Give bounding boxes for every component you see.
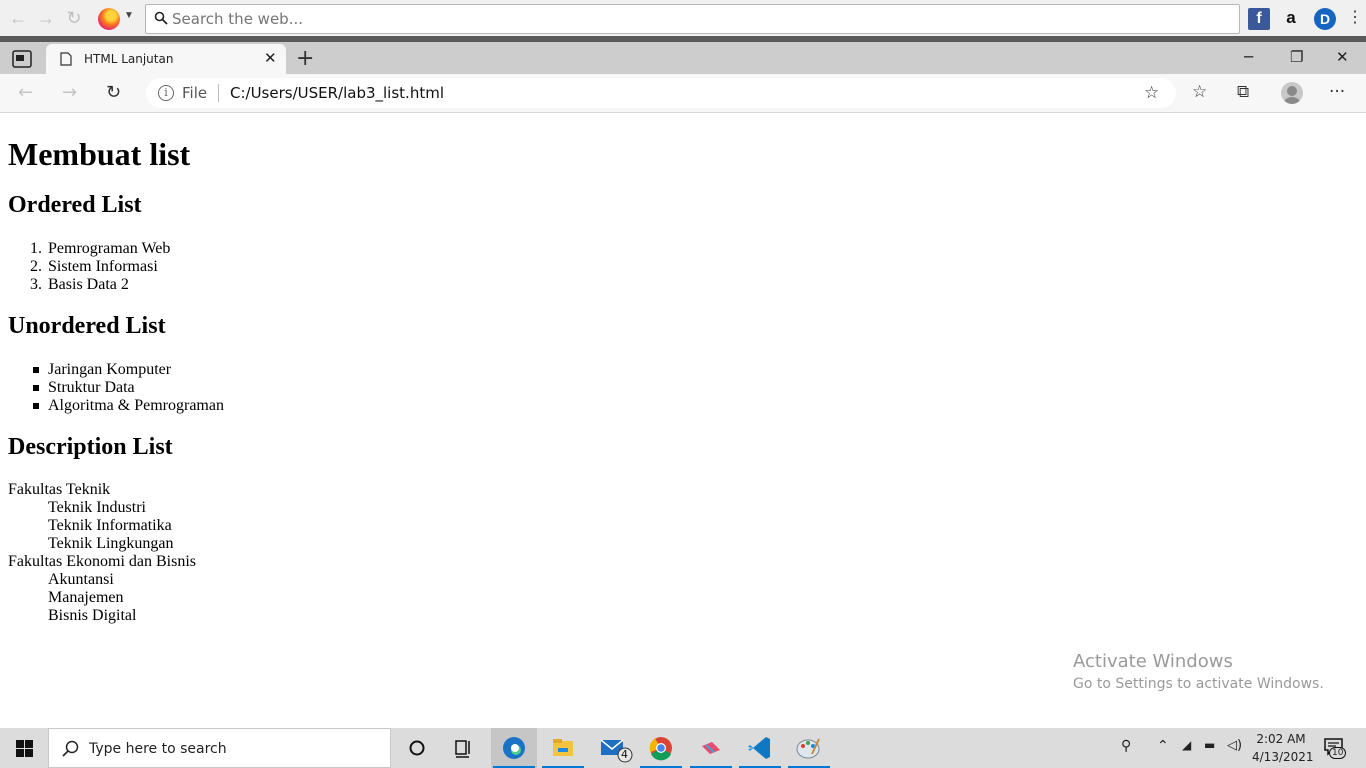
list-item: Jaringan Komputer <box>48 361 172 378</box>
activate-windows-watermark: Activate Windows Go to Settings to activ… <box>1073 651 1324 692</box>
list-item: Algoritma & Pemrograman <box>48 397 224 414</box>
description-list-heading: Description List <box>8 434 173 460</box>
vscode-icon[interactable] <box>737 728 783 768</box>
info-icon[interactable]: i <box>158 85 174 101</box>
list-number: 1. <box>30 240 42 257</box>
description-definition: Akuntansi <box>48 571 114 588</box>
description-definition: Teknik Lingkungan <box>48 535 174 552</box>
paint-icon[interactable] <box>786 728 832 768</box>
web-search-input[interactable] <box>172 9 1222 29</box>
address-separator <box>218 84 219 102</box>
chrome-icon[interactable] <box>638 728 684 768</box>
d-extension-icon[interactable]: D <box>1314 8 1336 30</box>
battery-icon[interactable]: ▬ <box>1204 738 1215 752</box>
network-icon[interactable]: ◢ <box>1182 738 1191 752</box>
collections-icon[interactable]: ⧉ <box>1237 82 1249 102</box>
list-number: 2. <box>30 258 42 275</box>
list-number: 3. <box>30 276 42 293</box>
mail-badge: 4 <box>621 748 628 761</box>
page-content: Membuat list Ordered List 1. Pemrograman… <box>0 114 1366 728</box>
outer-forward-icon[interactable]: → <box>36 8 56 28</box>
address-scheme: File <box>182 84 208 102</box>
list-item: Struktur Data <box>48 379 135 396</box>
edge-taskbar-icon[interactable] <box>491 728 537 768</box>
back-icon[interactable]: ← <box>18 82 33 103</box>
outer-back-icon[interactable]: ← <box>8 8 28 28</box>
mail-icon[interactable]: 4 <box>590 728 636 768</box>
close-tab-icon[interactable]: ✕ <box>264 49 277 67</box>
address-bar[interactable]: i File C:/Users/USER/lab3_list.html ☆ <box>146 78 1176 108</box>
refresh-icon[interactable]: ↻ <box>106 82 121 103</box>
description-term: Fakultas Ekonomi dan Bisnis <box>8 553 196 570</box>
watermark-subtitle: Go to Settings to activate Windows. <box>1073 676 1324 692</box>
task-view-icon[interactable] <box>440 728 486 768</box>
people-icon[interactable]: ⚲ <box>1121 738 1131 754</box>
add-favorite-icon[interactable]: ☆ <box>1144 83 1159 103</box>
list-item: Pemrograman Web <box>48 240 171 257</box>
file-explorer-icon[interactable] <box>540 728 586 768</box>
volume-icon[interactable]: ◁) <box>1227 738 1242 753</box>
list-item: Sistem Informasi <box>48 258 158 275</box>
new-tab-icon[interactable]: + <box>296 46 314 71</box>
notification-count: 10 <box>1329 747 1347 759</box>
address-url[interactable]: C:/Users/USER/lab3_list.html <box>230 84 444 102</box>
chevron-down-icon[interactable]: ▼ <box>124 10 134 21</box>
outer-toolbar: ← → ↻ ▼ f a D ⋮ <box>0 0 1366 36</box>
amazon-icon[interactable]: a <box>1280 8 1302 30</box>
unordered-list-heading: Unordered List <box>8 313 166 339</box>
tab-actions-icon[interactable] <box>12 50 32 68</box>
description-term: Fakultas Teknik <box>8 481 111 498</box>
taskbar-clock[interactable]: 2:02 AM 4/13/2021 <box>1252 730 1314 766</box>
tab-strip: HTML Lanjutan ✕ + ─ ❐ ✕ <box>0 42 1366 74</box>
clock-time: 2:02 AM <box>1256 732 1306 746</box>
settings-more-icon[interactable]: ··· <box>1329 82 1345 102</box>
notification-icon[interactable]: 10 <box>1323 737 1347 761</box>
page-icon <box>60 52 72 66</box>
search-icon <box>62 740 79 757</box>
app-icon[interactable] <box>688 728 734 768</box>
taskbar: Type here to search 4 ⚲ ⌃ ◢ ▬ ◁) 2:02 AM… <box>0 728 1366 768</box>
facebook-icon[interactable]: f <box>1248 8 1270 30</box>
description-definition: Manajemen <box>48 589 124 606</box>
windows-start-icon[interactable] <box>16 740 33 757</box>
address-bar-row: ← → ↻ i File C:/Users/USER/lab3_list.htm… <box>0 74 1366 113</box>
taskbar-search-box[interactable]: Type here to search <box>48 728 391 768</box>
tab-html-lanjutan[interactable]: HTML Lanjutan ✕ <box>46 44 286 74</box>
taskbar-search-placeholder: Type here to search <box>89 741 227 757</box>
watermark-title: Activate Windows <box>1073 651 1233 672</box>
web-search-box[interactable] <box>145 4 1240 34</box>
description-definition: Teknik Informatika <box>48 517 172 534</box>
tab-title: HTML Lanjutan <box>84 52 174 66</box>
minimize-icon[interactable]: ─ <box>1244 48 1253 66</box>
clock-date: 4/13/2021 <box>1252 750 1314 764</box>
close-window-icon[interactable]: ✕ <box>1336 48 1349 66</box>
bullet-icon <box>33 367 39 373</box>
description-definition: Teknik Industri <box>48 499 146 516</box>
favorites-icon[interactable]: ☆ <box>1192 82 1207 102</box>
outer-reload-icon[interactable]: ↻ <box>64 8 84 28</box>
bullet-icon <box>33 385 39 391</box>
description-definition: Bisnis Digital <box>48 607 137 624</box>
list-item: Basis Data 2 <box>48 276 129 293</box>
profile-avatar[interactable] <box>1281 82 1303 104</box>
cortana-icon[interactable] <box>394 728 440 768</box>
page-title: Membuat list <box>8 136 191 172</box>
forward-icon[interactable]: → <box>62 82 77 103</box>
bullet-icon <box>33 403 39 409</box>
firefox-logo-icon[interactable] <box>98 8 120 30</box>
outer-menu-icon[interactable]: ⋮ <box>1344 8 1366 30</box>
chevron-up-icon[interactable]: ⌃ <box>1157 738 1169 754</box>
ordered-list-heading: Ordered List <box>8 192 142 218</box>
search-icon <box>154 11 168 25</box>
restore-icon[interactable]: ❐ <box>1290 48 1303 66</box>
